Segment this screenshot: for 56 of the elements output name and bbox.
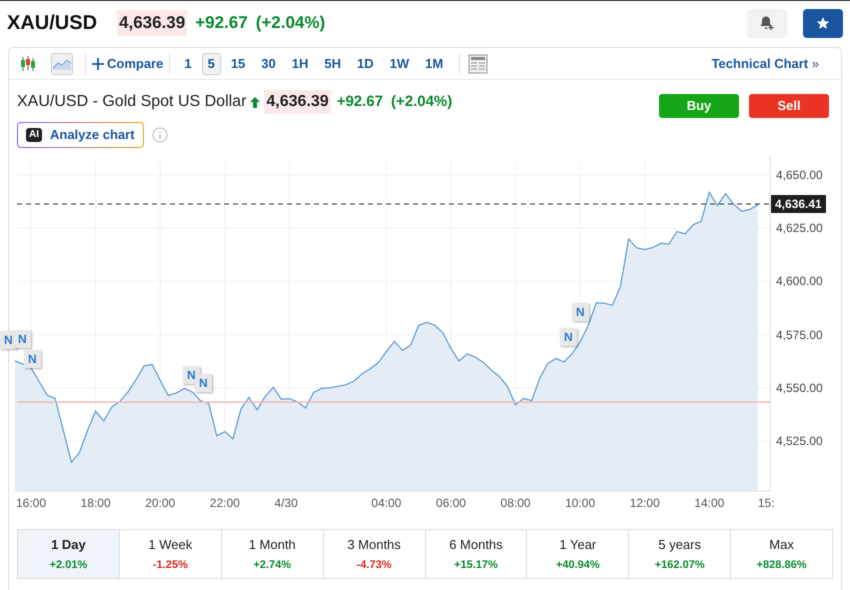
sell-button[interactable]: Sell <box>749 94 829 118</box>
news-marker[interactable]: N <box>195 374 212 392</box>
analyze-chart-button[interactable]: AI Analyze chart <box>17 122 144 148</box>
y-axis-label: 4,600.00 <box>776 275 823 288</box>
analyze-chart-label: Analyze chart <box>50 126 135 144</box>
interval-button[interactable]: 1D <box>351 52 380 74</box>
interval-button[interactable]: 1W <box>384 52 416 74</box>
instrument-change-percent: (+2.04%) <box>390 92 452 112</box>
news-marker[interactable]: N <box>572 303 589 322</box>
symbol-title: XAU/USD <box>7 11 98 36</box>
x-axis-label: 14:00 <box>694 497 724 509</box>
x-axis-label: 12:00 <box>630 497 660 509</box>
period-tab[interactable]: 1 Day +2.01% <box>18 530 119 578</box>
y-axis-label: 4,625.00 <box>776 222 823 234</box>
x-axis-label: 04:00 <box>371 497 402 509</box>
instrument-price: 4,636.39 <box>264 90 331 114</box>
price-change-percent: (+2.04%) <box>256 12 326 34</box>
x-axis-label: 15: <box>758 497 775 509</box>
x-axis-label: 08:00 <box>500 497 531 509</box>
interval-button[interactable]: 1M <box>419 52 450 74</box>
compare-button[interactable]: Compare <box>86 54 170 74</box>
interval-button[interactable]: 15 <box>224 52 252 74</box>
bell-plus-icon <box>759 15 775 31</box>
layout-icon[interactable] <box>468 54 488 74</box>
x-axis-label: 06:00 <box>436 497 466 509</box>
y-axis-label: 4,550.00 <box>776 382 823 394</box>
interval-button[interactable]: 1H <box>286 52 314 74</box>
y-axis-label: 4,575.00 <box>776 328 823 341</box>
interval-button[interactable]: 5 <box>202 52 221 74</box>
x-axis-label: 16:00 <box>16 497 46 509</box>
news-marker[interactable]: N <box>560 328 577 346</box>
y-axis-label: 4,650.00 <box>776 169 823 182</box>
news-marker[interactable]: N <box>14 330 31 348</box>
x-axis-label: 10:00 <box>565 497 596 509</box>
interval-button[interactable]: 5H <box>318 52 348 74</box>
candlestick-icon <box>19 54 37 72</box>
watchlist-star-button[interactable] <box>803 8 843 38</box>
technical-chart-link[interactable]: Technical Chart » <box>712 54 819 74</box>
ai-badge: AI <box>26 128 42 142</box>
price-change: +92.67 <box>195 12 248 34</box>
y-axis-label: 4,525.00 <box>776 435 823 447</box>
x-axis-label: 18:00 <box>80 497 111 509</box>
interval-button[interactable]: 1 <box>178 52 198 74</box>
plus-icon <box>92 58 104 70</box>
add-alert-button[interactable] <box>747 8 787 38</box>
instrument-name: XAU/USD - Gold Spot US Dollar <box>17 92 246 112</box>
star-icon <box>816 16 830 30</box>
area-chart-icon <box>52 56 72 70</box>
x-axis-label: 20:00 <box>145 497 176 509</box>
x-axis-label: 22:00 <box>210 497 240 509</box>
interval-button[interactable]: 30 <box>255 52 282 74</box>
price: 4,636.39 <box>117 10 188 36</box>
news-marker[interactable]: N <box>24 350 41 368</box>
instrument-change: +92.67 <box>336 92 383 112</box>
last-price-tag: 4,636.41 <box>771 194 826 213</box>
x-axis-label: 4/30 <box>274 497 298 509</box>
